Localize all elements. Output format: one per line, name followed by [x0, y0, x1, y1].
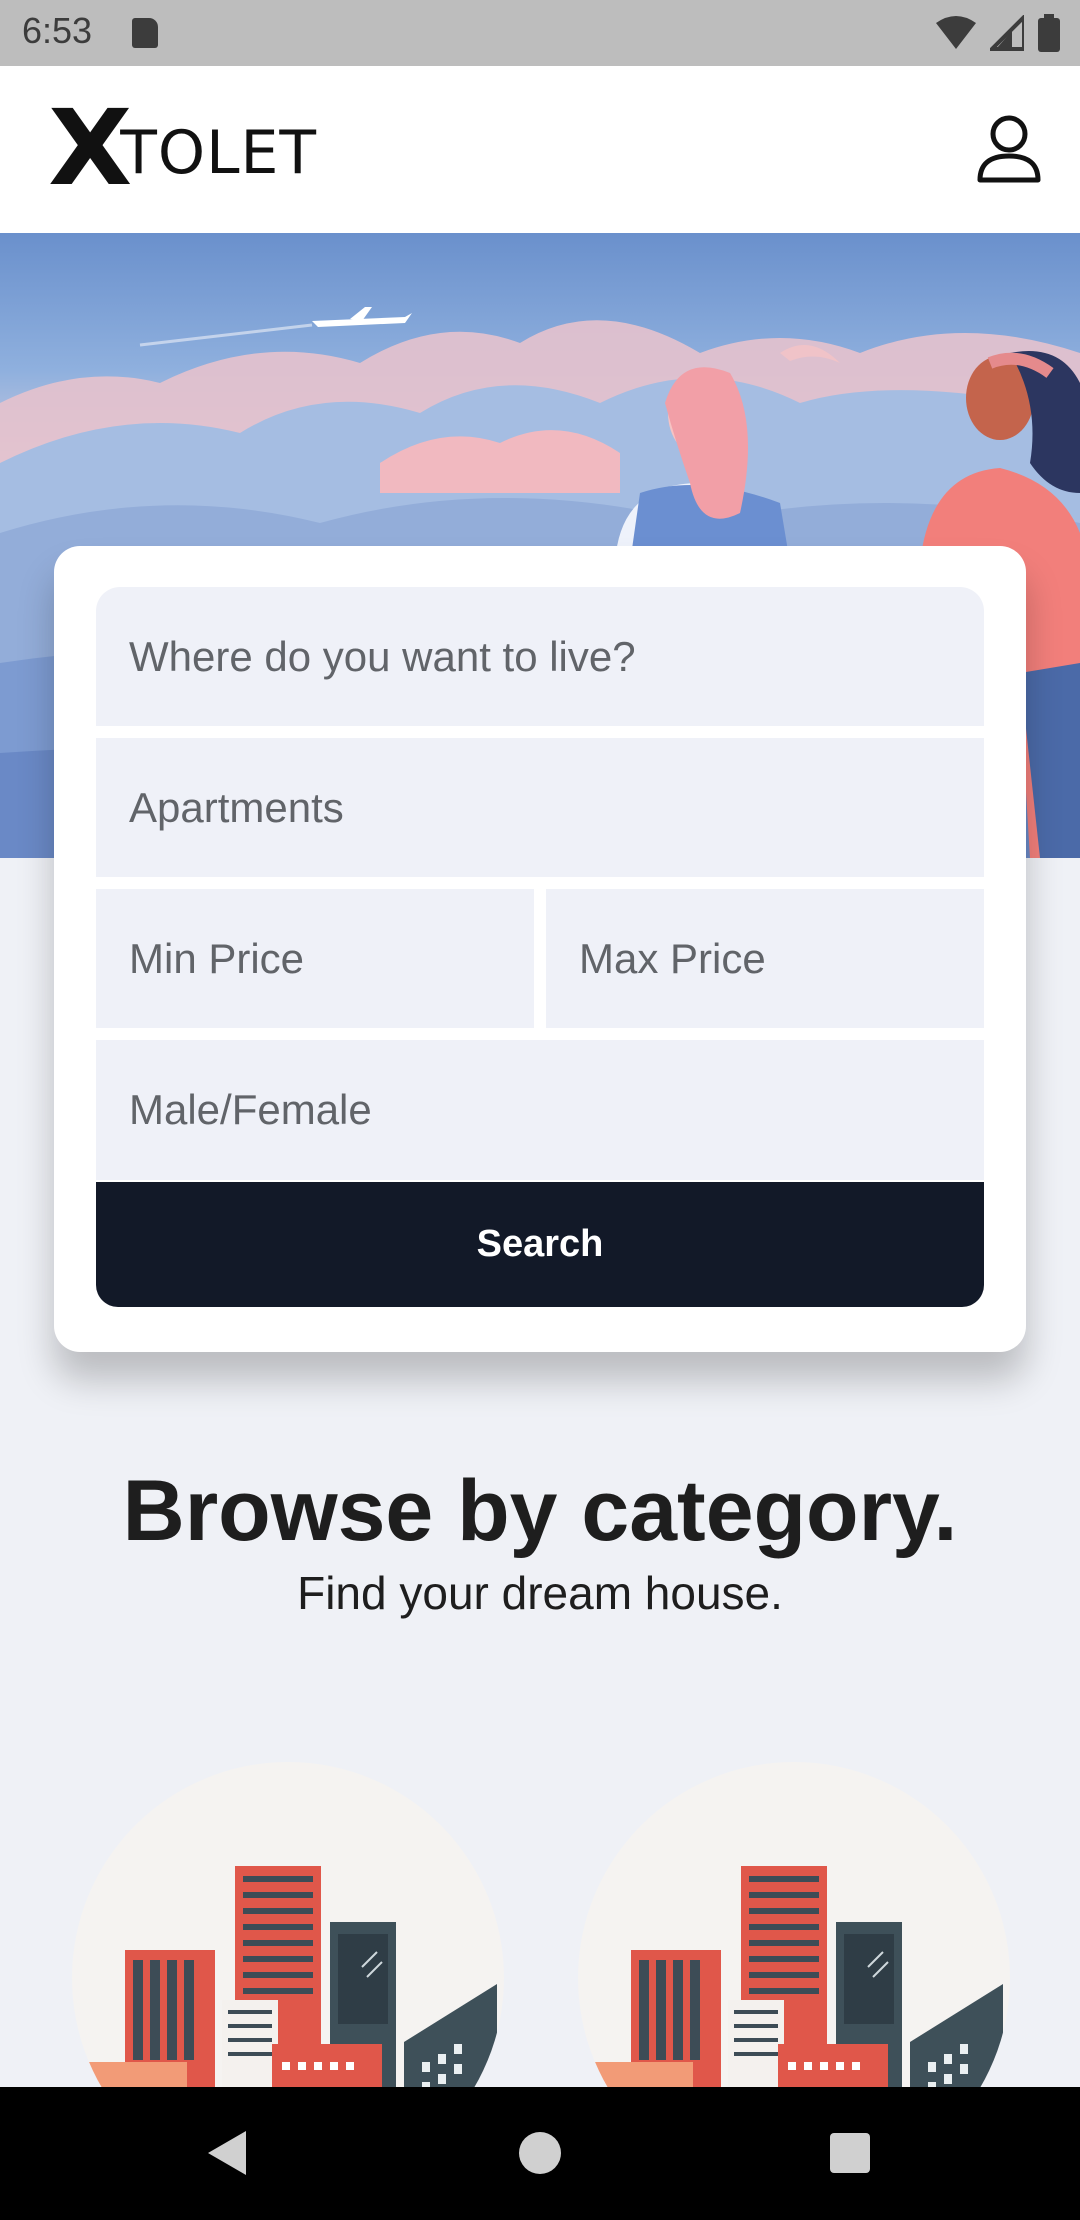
location-input[interactable]: Where do you want to live?: [96, 587, 984, 726]
browse-subtitle: Find your dream house.: [297, 1567, 783, 1619]
max-price-input[interactable]: Max Price: [546, 889, 984, 1028]
min-price-input[interactable]: Min Price: [96, 889, 534, 1028]
navigation-bar: [0, 2087, 1080, 2220]
home-icon[interactable]: [510, 2123, 570, 2183]
battery-icon: [1038, 14, 1060, 52]
back-icon[interactable]: [198, 2123, 258, 2183]
status-icons: [936, 14, 1060, 52]
status-bar: 6:53: [0, 0, 1080, 66]
logo-text: TOLET: [120, 118, 318, 188]
app-header: X TOLET: [0, 66, 1080, 233]
airplane-icon: [139, 307, 412, 347]
profile-button[interactable]: [972, 112, 1046, 186]
search-card: Where do you want to live? Apartments Mi…: [54, 546, 1026, 1352]
sd-card-icon: [132, 18, 158, 48]
person-icon: [977, 115, 1041, 183]
status-time: 6:53: [22, 10, 93, 51]
property-type-select[interactable]: Apartments: [96, 738, 984, 877]
recents-icon[interactable]: [820, 2123, 880, 2183]
signal-icon: [990, 15, 1024, 51]
gender-select[interactable]: Male/Female: [96, 1040, 984, 1180]
search-button[interactable]: Search: [96, 1182, 984, 1307]
browse-title: Browse by category.: [122, 1463, 958, 1559]
logo-mark: X: [48, 87, 132, 209]
logo[interactable]: X TOLET: [48, 87, 332, 209]
wifi-icon: [936, 16, 976, 49]
